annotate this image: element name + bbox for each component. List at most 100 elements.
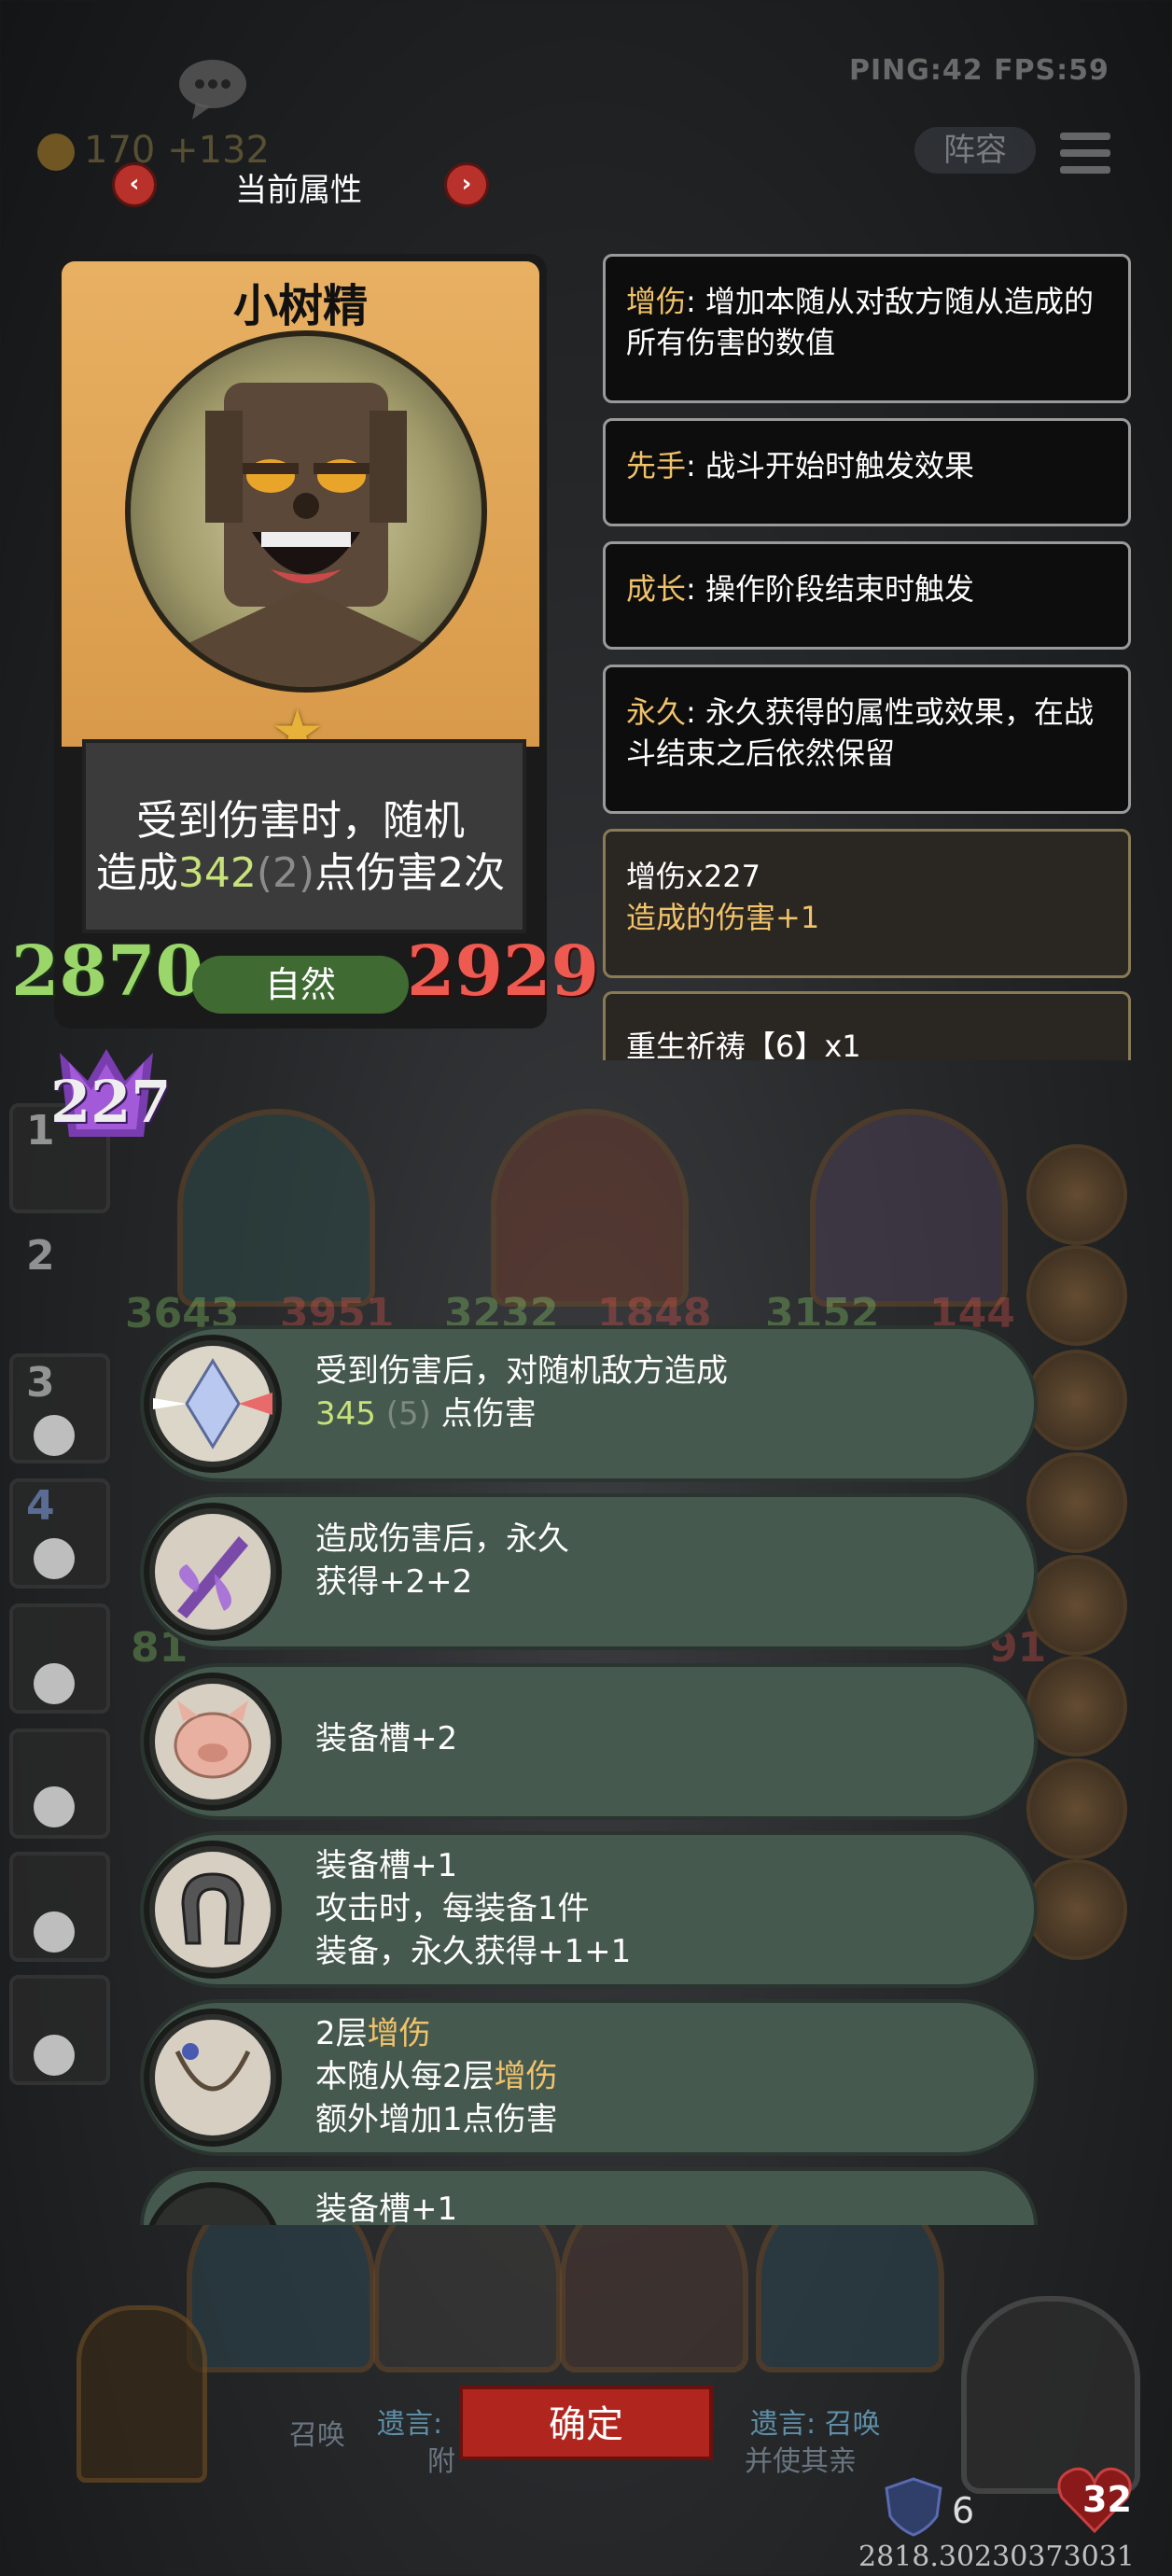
option-line: 受到伤害后，对随机敌方造成 xyxy=(315,1352,728,1390)
option-keyword: 增伤 xyxy=(494,2058,558,2095)
option-line: 造成伤害后，永久 xyxy=(315,1520,569,1558)
option-line-prefix: 本随从每2层 xyxy=(315,2058,495,2095)
option-line: 2层增伤 xyxy=(315,2012,558,2055)
option-line: 装备槽+1 xyxy=(315,2191,458,2225)
next-unit-button[interactable]: › xyxy=(444,162,489,207)
desc-text: 造成 xyxy=(95,849,178,897)
keyword-desc: : 永久获得的属性或效果，在战斗结束之后依然保留 xyxy=(626,694,1094,771)
side-token xyxy=(1026,1758,1127,1859)
option-value-bonus: (5) xyxy=(385,1395,431,1433)
option-line: 装备槽+2 xyxy=(315,1720,458,1757)
side-token xyxy=(1026,1350,1127,1450)
keyword-desc: : 战斗开始时触发效果 xyxy=(686,448,974,483)
damage-bonus: (2) xyxy=(256,849,315,897)
stat-effect: 造成的伤害+1 xyxy=(626,900,820,935)
prism-crystal-icon xyxy=(153,1346,272,1462)
queue-number: 4 xyxy=(26,1482,55,1530)
horseshoe-icon xyxy=(155,1852,271,1967)
menu-icon[interactable] xyxy=(1060,129,1110,175)
option-text: 受到伤害后，对随机敌方造成 345 (5) 点伤害 xyxy=(315,1350,728,1435)
option-text: 造成伤害后，永久 获得+2+2 xyxy=(315,1518,569,1603)
option-keyword: 增伤 xyxy=(367,2015,431,2052)
option-line-suffix: 点伤害 xyxy=(430,1395,537,1433)
bottom-label: 召唤 xyxy=(289,2419,345,2452)
side-token xyxy=(1026,1144,1127,1245)
reward-option-prism[interactable]: 受到伤害后，对随机敌方造成 345 (5) 点伤害 xyxy=(140,1325,1038,1482)
enemy-portrait xyxy=(810,1109,1008,1307)
treant-face-icon xyxy=(187,383,426,687)
health-value: 2929 xyxy=(407,931,599,1012)
unit-description: 受到伤害时，随机 造成342(2)点伤害2次 xyxy=(71,795,530,900)
reward-option-necklace[interactable]: 2层增伤 本随从每2层增伤 额外增加1点伤害 xyxy=(140,1999,1038,2156)
option-icon-frame xyxy=(144,1841,282,1979)
option-text: 装备槽+1 攻击时，每装备1件 装备，永久获得+1+1 xyxy=(315,1844,631,1973)
enemy-portrait xyxy=(177,1109,375,1307)
option-text: 装备槽+2 xyxy=(315,1717,457,1760)
ping-fps-readout: PING:42 FPS:59 xyxy=(849,54,1109,87)
option-icon-frame xyxy=(144,1335,282,1473)
skull-icon xyxy=(34,1415,75,1456)
keyword-desc: : 操作阶段结束时触发 xyxy=(686,571,974,607)
keyword-panel-first-strike: 先手: 战斗开始时触发效果 xyxy=(603,418,1131,526)
keyword-panel-permanent: 永久: 永久获得的属性或效果，在战斗结束之后依然保留 xyxy=(603,665,1131,814)
keyword-name: 永久 xyxy=(626,694,687,730)
option-text: 2层增伤 本随从每2层增伤 额外增加1点伤害 xyxy=(315,2012,558,2141)
shield-icon xyxy=(885,2477,942,2537)
reward-option-partial[interactable]: 装备槽+1 xyxy=(140,2167,1038,2225)
side-token xyxy=(1026,1859,1127,1960)
reward-option-horseshoe[interactable]: 装备槽+1 攻击时，每装备1件 装备，永久获得+1+1 xyxy=(140,1831,1038,1988)
skull-icon xyxy=(34,1538,75,1579)
confirm-button[interactable]: 确定 xyxy=(459,2386,713,2460)
option-line: 获得+2+2 xyxy=(315,1563,473,1601)
team-button[interactable]: 阵容 xyxy=(914,127,1036,174)
skull-icon xyxy=(34,2035,75,2076)
prev-unit-button[interactable]: ‹ xyxy=(112,162,157,207)
option-line: 本随从每2层增伤 xyxy=(315,2055,558,2098)
coin-icon xyxy=(37,133,75,171)
chat-icon[interactable] xyxy=(175,56,256,121)
pig-armor-icon xyxy=(155,1684,271,1799)
stat-panel-rebirth-prayer: 重生祈祷【6】x1 xyxy=(603,991,1131,1060)
stat-title: 重生祈祷【6】x1 xyxy=(626,1029,861,1060)
bottom-label: 遗言: 召唤 xyxy=(750,2408,881,2441)
bottom-label: 附 xyxy=(427,2445,455,2478)
queue-number: 2 xyxy=(26,1232,55,1280)
keyword-name: 增伤 xyxy=(626,284,687,319)
shop-altar xyxy=(77,2305,207,2483)
side-token xyxy=(1026,1452,1127,1553)
side-token xyxy=(1026,1555,1127,1656)
option-value: 345 xyxy=(315,1395,376,1433)
option-text: 装备槽+1 xyxy=(315,2188,457,2225)
skull-icon xyxy=(34,1786,75,1827)
side-token xyxy=(1026,1245,1127,1346)
option-icon-frame xyxy=(144,2182,282,2225)
option-line: 装备槽+1 xyxy=(315,1847,458,1884)
option-icon-frame xyxy=(144,1503,282,1641)
option-icon-frame xyxy=(144,2009,282,2147)
stat-panel-damage-stacks: 增伤x227 造成的伤害+1 xyxy=(603,829,1131,978)
unit-name: 小树精 xyxy=(232,280,368,332)
keyword-panel-growth: 成长: 操作阶段结束时触发 xyxy=(603,541,1131,650)
keyword-name: 成长 xyxy=(626,571,687,607)
reward-option-cursed-sword[interactable]: 造成伤害后，永久 获得+2+2 xyxy=(140,1493,1038,1650)
armor-value: 6 xyxy=(952,2490,975,2531)
buff-stacks: 227 xyxy=(50,1068,172,1136)
tribe-badge: 自然 xyxy=(192,956,409,1014)
keyword-desc: : 增加本随从对敌方随从造成的所有伤害的数值 xyxy=(626,284,1094,360)
necklace-icon xyxy=(155,2020,271,2135)
cursed-sword-icon xyxy=(155,1514,271,1630)
option-line: 装备，永久获得+1+1 xyxy=(315,1933,632,1970)
keyword-name: 先手 xyxy=(626,448,687,483)
attack-value: 2870 xyxy=(11,931,203,1012)
reward-option-pig-armor[interactable]: 装备槽+2 xyxy=(140,1663,1038,1820)
treant-portrait xyxy=(125,330,487,693)
option-icon-frame xyxy=(144,1673,282,1811)
health-total: 32 xyxy=(1082,2479,1132,2520)
option-line: 额外增加1点伤害 xyxy=(315,2101,558,2138)
skull-icon xyxy=(34,1663,75,1704)
damage-value: 342 xyxy=(177,849,257,897)
description-line-1: 受到伤害时，随机 xyxy=(136,797,465,845)
enemy-portrait xyxy=(491,1109,689,1307)
option-line: 345 (5) 点伤害 xyxy=(315,1393,728,1435)
option-line: 攻击时，每装备1件 xyxy=(315,1890,590,1927)
